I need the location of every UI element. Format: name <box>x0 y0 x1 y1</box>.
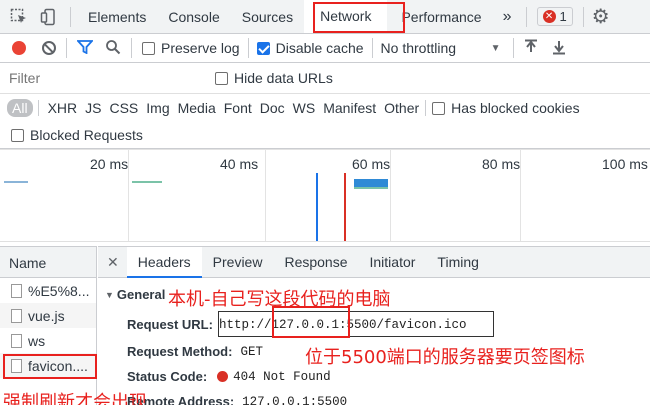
url-highlight <box>218 311 494 337</box>
type-doc[interactable]: Doc <box>256 100 289 116</box>
type-js[interactable]: JS <box>81 100 105 116</box>
timeline-overview[interactable]: 20 ms 40 ms 60 ms 80 ms 100 ms <box>0 149 650 241</box>
resource-type-filters: All XHR JS CSS Img Media Font Doc WS Man… <box>0 94 650 122</box>
record-icon[interactable] <box>12 41 26 55</box>
timeline-tick-80: 80 ms <box>482 156 521 172</box>
tab-sources[interactable]: Sources <box>231 9 304 25</box>
dom-content-loaded-line <box>316 173 318 241</box>
filter-icon[interactable] <box>75 39 95 57</box>
blocked-requests-label: Blocked Requests <box>30 127 143 143</box>
disable-cache-checkbox[interactable] <box>256 41 270 55</box>
blocked-requests-checkbox[interactable] <box>11 128 24 142</box>
has-blocked-cookies-checkbox[interactable] <box>432 101 446 115</box>
remote-address-value: 127.0.0.1:5500 <box>242 394 348 405</box>
search-icon[interactable] <box>105 39 121 58</box>
tab-console[interactable]: Console <box>157 9 230 25</box>
blocked-requests-row: Blocked Requests <box>0 122 650 148</box>
document-icon <box>11 283 22 298</box>
type-font[interactable]: Font <box>220 100 256 116</box>
network-tab-highlight <box>313 2 405 33</box>
section-title: General <box>116 287 166 302</box>
status-code-row: Status Code: 404 Not Found <box>127 369 331 384</box>
timeline-bar <box>4 181 28 183</box>
hide-data-urls-checkbox[interactable] <box>215 71 228 85</box>
clear-icon[interactable] <box>42 41 56 55</box>
type-xhr[interactable]: XHR <box>44 100 82 116</box>
filter-row: Hide data URLs <box>0 63 650 93</box>
request-list: Name %E5%8... vue.js ws favicon.... <box>0 246 97 405</box>
request-name: ws <box>28 332 46 349</box>
timeline-bar <box>132 181 162 183</box>
tab-response[interactable]: Response <box>273 254 358 270</box>
load-event-line <box>344 173 346 241</box>
device-toolbar-icon[interactable] <box>40 8 58 26</box>
request-row[interactable]: %E5%8... <box>0 278 96 303</box>
timeline-tick-40: 40 ms <box>220 156 259 172</box>
close-icon[interactable]: ✕ <box>107 254 119 271</box>
request-list-header[interactable]: Name <box>0 246 96 278</box>
annotation-localhost: 本机-自己写这段代码的电脑 <box>168 289 391 310</box>
status-error-dot-icon <box>217 371 229 382</box>
status-code-value: 404 Not Found <box>233 369 331 384</box>
throttling-select[interactable]: No throttling ▼ <box>381 40 501 56</box>
favicon-row-highlight <box>3 354 97 379</box>
name-column-header: Name <box>9 255 47 271</box>
request-method-label: Request Method: <box>127 344 233 359</box>
request-url-label: Request URL: <box>127 317 213 332</box>
type-ws[interactable]: WS <box>289 100 320 116</box>
type-css[interactable]: CSS <box>105 100 142 116</box>
timeline-tick-60: 60 ms <box>352 156 391 172</box>
disable-cache-label: Disable cache <box>275 40 364 56</box>
error-badge[interactable]: ✕ 1 <box>536 7 573 26</box>
tab-timing[interactable]: Timing <box>426 254 490 270</box>
network-toolbar: Preserve log Disable cache No throttling… <box>0 34 650 62</box>
more-tabs-button[interactable]: » <box>493 8 522 26</box>
triangle-down-icon: ▼ <box>105 289 114 300</box>
tab-initiator[interactable]: Initiator <box>359 254 427 270</box>
tab-elements[interactable]: Elements <box>77 9 157 25</box>
request-row[interactable]: vue.js <box>0 303 96 328</box>
error-icon: ✕ <box>542 10 556 23</box>
inspect-element-icon[interactable] <box>10 8 28 26</box>
preserve-log-label: Preserve log <box>161 40 240 56</box>
script-file-icon <box>11 308 22 323</box>
timeline-tick-100: 100 ms <box>602 156 648 172</box>
request-method-row: Request Method: GET <box>127 344 263 359</box>
type-img[interactable]: Img <box>142 100 173 116</box>
type-all[interactable]: All <box>7 99 33 117</box>
type-media[interactable]: Media <box>174 100 220 116</box>
chevron-down-icon: ▼ <box>490 42 501 54</box>
tab-headers[interactable]: Headers <box>126 246 202 278</box>
gear-icon[interactable]: ⚙ <box>592 7 610 27</box>
timeline-bar <box>354 179 388 187</box>
annotation-force-refresh: 强制刷新才会出现 <box>3 392 147 405</box>
throttling-value: No throttling <box>380 40 457 56</box>
request-method-value: GET <box>240 344 263 359</box>
websocket-file-icon <box>11 333 22 348</box>
type-manifest[interactable]: Manifest <box>319 100 380 116</box>
has-blocked-cookies-label: Has blocked cookies <box>451 100 580 116</box>
import-har-icon[interactable] <box>524 39 538 58</box>
annotation-port-server: 位于5500端口的服务器要页签图标 <box>305 347 585 368</box>
preserve-log-checkbox[interactable] <box>142 41 155 55</box>
export-har-icon[interactable] <box>552 39 566 58</box>
request-row[interactable]: ws <box>0 328 96 353</box>
request-name: %E5%8... <box>28 282 90 299</box>
error-count: 1 <box>559 9 567 24</box>
hide-data-urls-label: Hide data URLs <box>234 70 333 86</box>
tab-preview[interactable]: Preview <box>202 254 274 270</box>
status-code-label: Status Code: <box>127 369 208 384</box>
general-section-header[interactable]: ▼ General <box>105 287 165 302</box>
timeline-tick-20: 20 ms <box>90 156 129 172</box>
timeline-bar <box>354 187 388 189</box>
filter-input[interactable] <box>5 67 201 89</box>
request-name: vue.js <box>28 307 65 324</box>
remote-address-row: Remote Address: 127.0.0.1:5500 <box>127 394 347 405</box>
details-tabbar: ✕ Headers Preview Response Initiator Tim… <box>98 246 650 278</box>
type-other[interactable]: Other <box>380 100 423 116</box>
